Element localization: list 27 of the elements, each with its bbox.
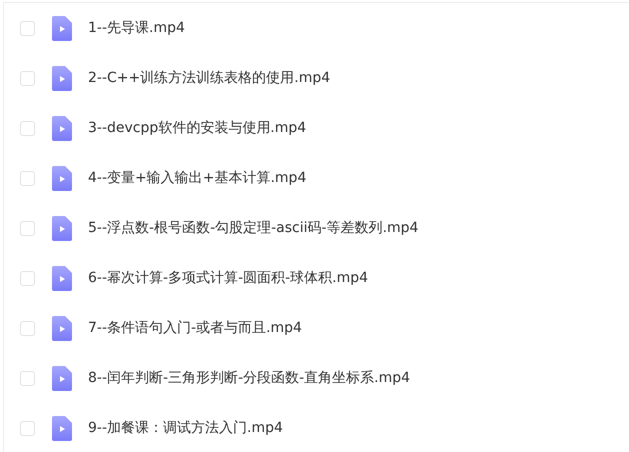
video-file-icon: [52, 316, 72, 340]
file-name[interactable]: 6--幂次计算-多项式计算-圆面积-球体积.mp4: [88, 269, 368, 287]
file-name[interactable]: 3--devcpp软件的安装与使用.mp4: [88, 119, 306, 137]
checkbox[interactable]: [20, 220, 35, 236]
checkbox[interactable]: [20, 120, 35, 136]
checkbox[interactable]: [20, 370, 35, 386]
file-name[interactable]: 7--条件语句入门-或者与而且.mp4: [88, 319, 302, 337]
file-name[interactable]: 2--C++训练方法训练表格的使用.mp4: [88, 69, 330, 87]
video-file-icon: [52, 66, 72, 90]
video-file-icon: [52, 116, 72, 140]
checkbox[interactable]: [20, 420, 35, 436]
checkbox[interactable]: [20, 20, 35, 36]
checkbox[interactable]: [20, 170, 35, 186]
video-file-icon: [52, 366, 72, 390]
video-file-icon: [52, 266, 72, 290]
checkbox[interactable]: [20, 70, 35, 86]
file-name[interactable]: 4--变量+输入输出+基本计算.mp4: [88, 169, 306, 187]
file-name[interactable]: 1--先导课.mp4: [88, 19, 185, 37]
file-name[interactable]: 8--闰年判断-三角形判断-分段函数-直角坐标系.mp4: [88, 369, 410, 387]
checkbox[interactable]: [20, 270, 35, 286]
file-name[interactable]: 9--加餐课：调试方法入门.mp4: [88, 419, 283, 437]
video-file-icon: [52, 216, 72, 240]
video-file-icon: [52, 166, 72, 190]
file-name[interactable]: 5--浮点数-根号函数-勾股定理-ascii码-等差数列.mp4: [88, 219, 418, 237]
video-file-icon: [52, 16, 72, 40]
checkbox[interactable]: [20, 320, 35, 336]
video-file-icon: [52, 416, 72, 440]
